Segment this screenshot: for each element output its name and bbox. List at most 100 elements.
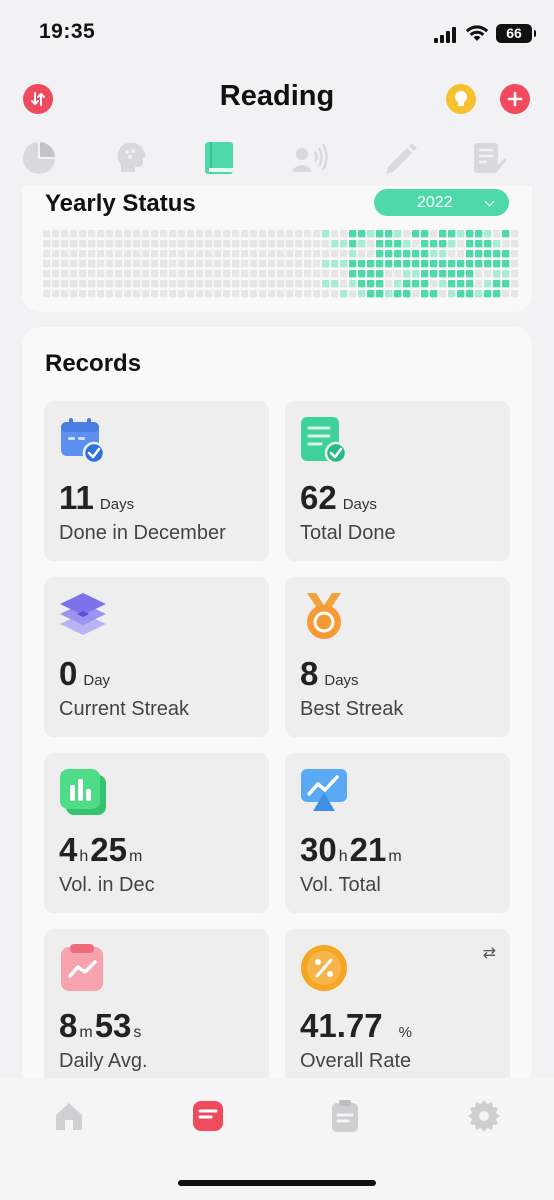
heatmap-cell xyxy=(358,240,366,248)
heatmap-cell xyxy=(412,240,420,248)
heatmap-cell xyxy=(151,290,159,298)
heatmap-cell xyxy=(430,260,438,268)
heatmap-cell xyxy=(358,230,366,238)
heatmap-cell xyxy=(196,250,204,258)
heatmap-cell xyxy=(448,240,456,248)
heatmap-cell xyxy=(457,270,465,278)
heatmap-cell xyxy=(88,290,96,298)
heatmap-cell xyxy=(52,290,60,298)
heatmap-cell xyxy=(250,270,258,278)
heatmap-cell xyxy=(142,240,150,248)
heatmap-cell xyxy=(295,230,303,238)
record-current-streak: 0 Day Current Streak xyxy=(44,577,269,737)
heatmap-cell xyxy=(430,280,438,288)
record-label: Daily Avg. xyxy=(59,1050,148,1072)
heatmap-cell xyxy=(475,280,483,288)
heatmap-cell xyxy=(484,260,492,268)
heatmap-cell xyxy=(52,230,60,238)
heatmap-cell xyxy=(394,250,402,258)
heatmap-cell xyxy=(349,290,357,298)
heatmap-cell xyxy=(313,280,321,288)
heatmap-cell xyxy=(79,290,87,298)
tab-checklist[interactable] xyxy=(468,138,508,178)
heatmap-cell xyxy=(493,260,501,268)
heatmap-cell xyxy=(367,250,375,258)
heatmap-cell xyxy=(196,280,204,288)
record-daily-average: 8 m53 s Daily Avg. xyxy=(44,929,269,1087)
clipboard-icon xyxy=(332,1100,358,1132)
heatmap-cell xyxy=(286,280,294,288)
tab-speaking[interactable] xyxy=(290,138,330,178)
heatmap-cell xyxy=(142,250,150,258)
heatmap-cell xyxy=(349,250,357,258)
heatmap-cell xyxy=(385,280,393,288)
heatmap-cell xyxy=(403,270,411,278)
heatmap-cell xyxy=(394,240,402,248)
record-number: 11 xyxy=(59,479,94,516)
heatmap-cell xyxy=(493,250,501,258)
heatmap-cell xyxy=(466,270,474,278)
heatmap-cell xyxy=(97,290,105,298)
nav-tasks[interactable] xyxy=(325,1096,365,1136)
bar-chart-icon xyxy=(60,769,106,815)
record-value: 0 Day xyxy=(59,655,110,693)
heatmap-cell xyxy=(160,240,168,248)
heatmap-cell xyxy=(214,240,222,248)
heatmap-cell xyxy=(412,250,420,258)
record-label: Total Done xyxy=(300,522,396,544)
heatmap-cell xyxy=(412,260,420,268)
heatmap-cell xyxy=(439,230,447,238)
add-button[interactable] xyxy=(500,84,530,114)
heatmap-cell xyxy=(106,260,114,268)
heatmap-cell xyxy=(286,240,294,248)
heatmap-cell xyxy=(70,260,78,268)
heatmap-cell xyxy=(79,250,87,258)
heatmap-cell xyxy=(322,270,330,278)
heatmap-cell xyxy=(421,290,429,298)
heatmap-cell xyxy=(214,270,222,278)
heatmap-cell xyxy=(448,250,456,258)
heatmap-cell xyxy=(196,240,204,248)
heatmap-cell xyxy=(502,280,510,288)
heatmap-cell xyxy=(79,230,87,238)
heatmap-cell xyxy=(385,260,393,268)
heatmap-cell xyxy=(115,280,123,288)
heatmap-cell xyxy=(484,240,492,248)
heatmap-cell xyxy=(349,260,357,268)
book-icon xyxy=(205,142,233,174)
year-dropdown[interactable]: 2022 xyxy=(374,189,509,216)
heatmap-cell xyxy=(70,290,78,298)
tab-reading[interactable] xyxy=(199,138,239,178)
record-unit: Day xyxy=(83,672,111,689)
heatmap-cell xyxy=(187,230,195,238)
heatmap-cell xyxy=(106,290,114,298)
heatmap-cell xyxy=(448,270,456,278)
tab-mind[interactable] xyxy=(111,138,151,178)
heatmap-cell xyxy=(502,260,510,268)
swap-arrows-icon[interactable]: ⇄ xyxy=(483,943,496,963)
record-value: 11 Days xyxy=(59,479,134,517)
heatmap-cell xyxy=(178,250,186,258)
nav-settings[interactable] xyxy=(464,1096,504,1136)
heatmap-cell xyxy=(430,240,438,248)
heatmap-cell xyxy=(268,230,276,238)
heatmap-cell xyxy=(484,270,492,278)
percent-coin-icon xyxy=(301,945,347,991)
heatmap-cell xyxy=(466,260,474,268)
record-minutes-unit: m xyxy=(128,848,143,865)
heatmap-cell xyxy=(502,290,510,298)
heatmap-cell xyxy=(367,230,375,238)
heatmap-cell xyxy=(124,270,132,278)
heatmap-cell xyxy=(313,290,321,298)
nav-journal[interactable] xyxy=(188,1096,228,1136)
nav-home[interactable] xyxy=(49,1096,89,1136)
heatmap-cell xyxy=(61,280,69,288)
heatmap-cell xyxy=(250,240,258,248)
tips-button[interactable] xyxy=(446,84,476,114)
record-minutes-unit: m xyxy=(388,848,402,865)
tab-statistics[interactable] xyxy=(19,138,59,178)
heatmap-cell xyxy=(79,280,87,288)
tab-writing[interactable] xyxy=(380,138,420,178)
heatmap-cell xyxy=(151,240,159,248)
heatmap-cell xyxy=(178,230,186,238)
